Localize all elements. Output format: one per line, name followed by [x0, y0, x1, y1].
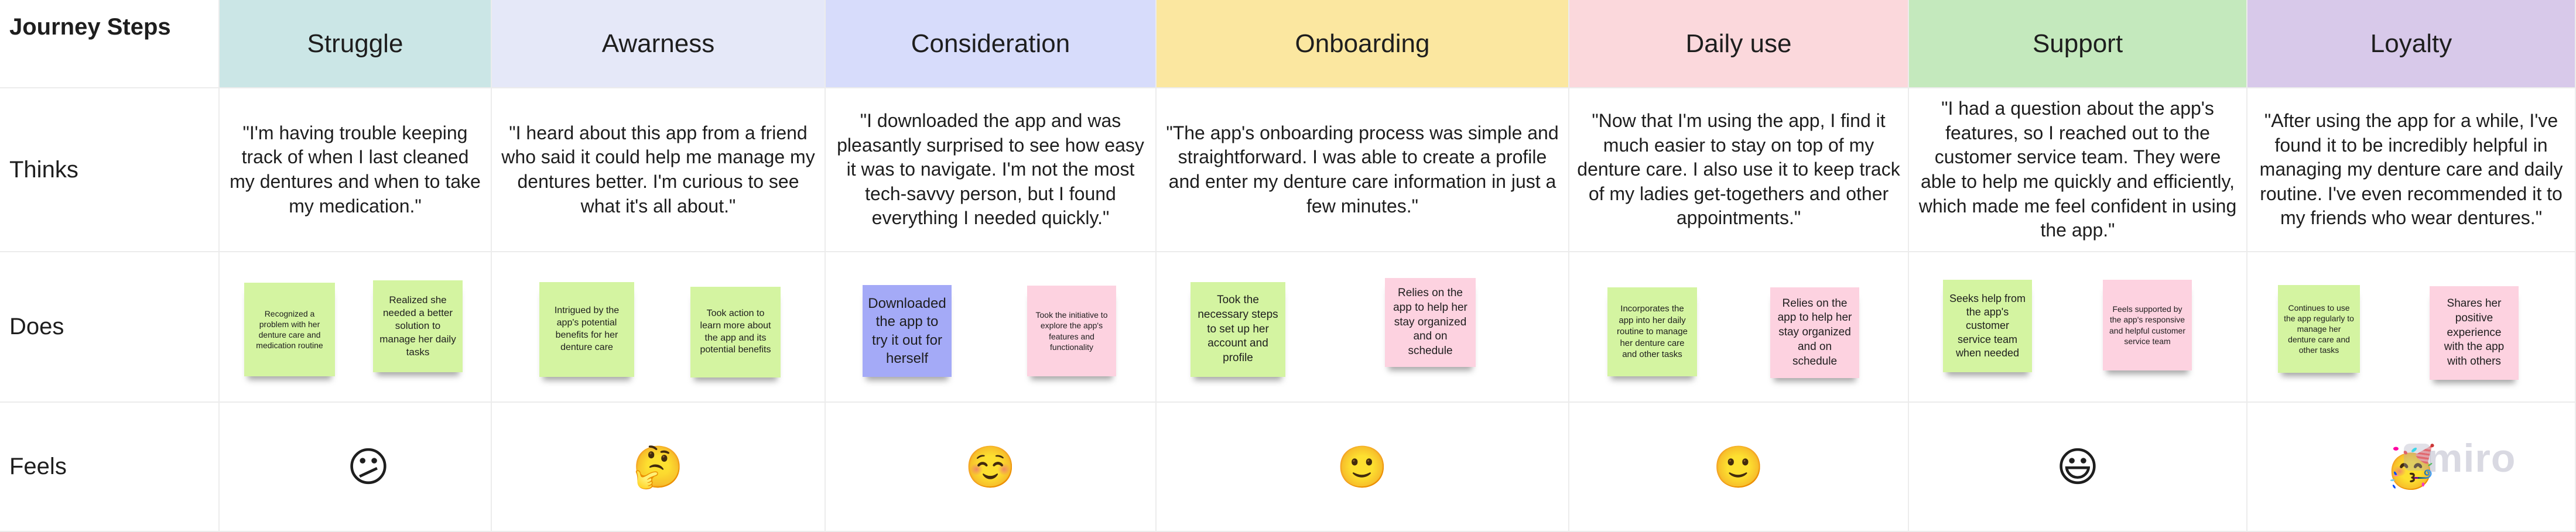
sticky-note[interactable]: Recognized a problem with her denture ca…: [244, 283, 335, 376]
feels-cell[interactable]: 🙂: [1157, 403, 1569, 532]
sticky-note[interactable]: Took action to learn more about the app …: [690, 287, 781, 377]
stage-header-struggle[interactable]: Struggle: [220, 0, 492, 88]
stage-header-awareness[interactable]: Awarness: [492, 0, 826, 88]
row-label-feels: Feels: [0, 403, 220, 532]
thinks-cell[interactable]: "I downloaded the app and was pleasantly…: [826, 88, 1157, 252]
stage-header-consideration[interactable]: Consideration: [826, 0, 1157, 88]
feels-cell[interactable]: 😃: [1909, 403, 2247, 532]
does-cell: Incorporates the app into her daily rout…: [1569, 252, 1909, 403]
confused-face-icon: 😕: [347, 442, 390, 491]
does-cell: Continues to use the app regularly to ma…: [2247, 252, 2576, 403]
stage-header-daily-use[interactable]: Daily use: [1569, 0, 1909, 88]
feels-cell[interactable]: 😕: [220, 403, 492, 532]
thinks-cell[interactable]: "After using the app for a while, I've f…: [2247, 88, 2576, 252]
thinks-quote: "I downloaded the app and was pleasantly…: [837, 110, 1144, 229]
miro-watermark: miro: [2427, 436, 2516, 480]
thinks-quote: "The app's onboarding process was simple…: [1166, 122, 1559, 217]
sticky-note[interactable]: Took the necessary steps to set up her a…: [1190, 282, 1285, 377]
thinks-cell[interactable]: "I'm having trouble keeping track of whe…: [220, 88, 492, 252]
thinks-quote: "I'm having trouble keeping track of whe…: [230, 122, 481, 217]
sticky-note[interactable]: Relies on the app to help her stay organ…: [1770, 287, 1859, 378]
journey-map-board: Journey Steps Struggle Awarness Consider…: [0, 0, 2576, 532]
stage-header-onboarding[interactable]: Onboarding: [1157, 0, 1569, 88]
row-label-does: Does: [0, 252, 220, 403]
does-cell: Took the necessary steps to set up her a…: [1157, 252, 1569, 403]
does-cell: Downloaded the app to try it out for her…: [826, 252, 1157, 403]
sticky-note[interactable]: Shares her positive experience with the …: [2430, 286, 2519, 380]
slightly-smiling-face-icon: 🙂: [1713, 442, 1764, 491]
sticky-note[interactable]: Realized she needed a better solution to…: [373, 280, 463, 372]
thinks-quote: "Now that I'm using the app, I find it m…: [1577, 110, 1900, 229]
sticky-note[interactable]: Seeks help from the app's customer servi…: [1943, 280, 2032, 372]
sticky-note[interactable]: Took the initiative to explore the app's…: [1027, 286, 1116, 376]
sticky-note[interactable]: Feels supported by the app's responsive …: [2103, 280, 2192, 370]
feels-cell[interactable]: ☺️: [826, 403, 1157, 532]
smiling-face-icon: ☺️: [964, 442, 1017, 491]
does-cell: Seeks help from the app's customer servi…: [1909, 252, 2247, 403]
sticky-note[interactable]: Relies on the app to help her stay organ…: [1385, 278, 1476, 367]
stage-header-loyalty[interactable]: Loyalty: [2247, 0, 2576, 88]
thinks-cell[interactable]: "I heard about this app from a friend wh…: [492, 88, 826, 252]
thinks-quote: "After using the app for a while, I've f…: [2259, 110, 2563, 229]
thinks-quote: "I heard about this app from a friend wh…: [501, 122, 815, 217]
thinks-quote: "I had a question about the app's featur…: [1918, 98, 2237, 241]
sticky-note[interactable]: Downloaded the app to try it out for her…: [863, 285, 952, 377]
slightly-smiling-face-icon: 🙂: [1336, 442, 1388, 491]
stage-header-support[interactable]: Support: [1909, 0, 2247, 88]
journey-steps-title: Journey Steps: [0, 0, 220, 88]
thinks-cell[interactable]: "Now that I'm using the app, I find it m…: [1569, 88, 1909, 252]
does-cell: Recognized a problem with her denture ca…: [220, 252, 492, 403]
sticky-note[interactable]: Continues to use the app regularly to ma…: [2278, 285, 2360, 373]
feels-cell[interactable]: 🙂: [1569, 403, 1909, 532]
thinks-cell[interactable]: "The app's onboarding process was simple…: [1157, 88, 1569, 252]
sticky-note[interactable]: Intrigued by the app's potential benefit…: [539, 282, 634, 377]
feels-cell[interactable]: 🤔: [492, 403, 826, 532]
thinking-face-icon: 🤔: [632, 442, 684, 491]
sticky-note[interactable]: Incorporates the app into her daily rout…: [1607, 287, 1697, 376]
does-cell: Intrigued by the app's potential benefit…: [492, 252, 826, 403]
row-label-thinks: Thinks: [0, 88, 220, 252]
thinks-cell[interactable]: "I had a question about the app's featur…: [1909, 88, 2247, 252]
grinning-face-icon: 😃: [2056, 442, 2099, 491]
